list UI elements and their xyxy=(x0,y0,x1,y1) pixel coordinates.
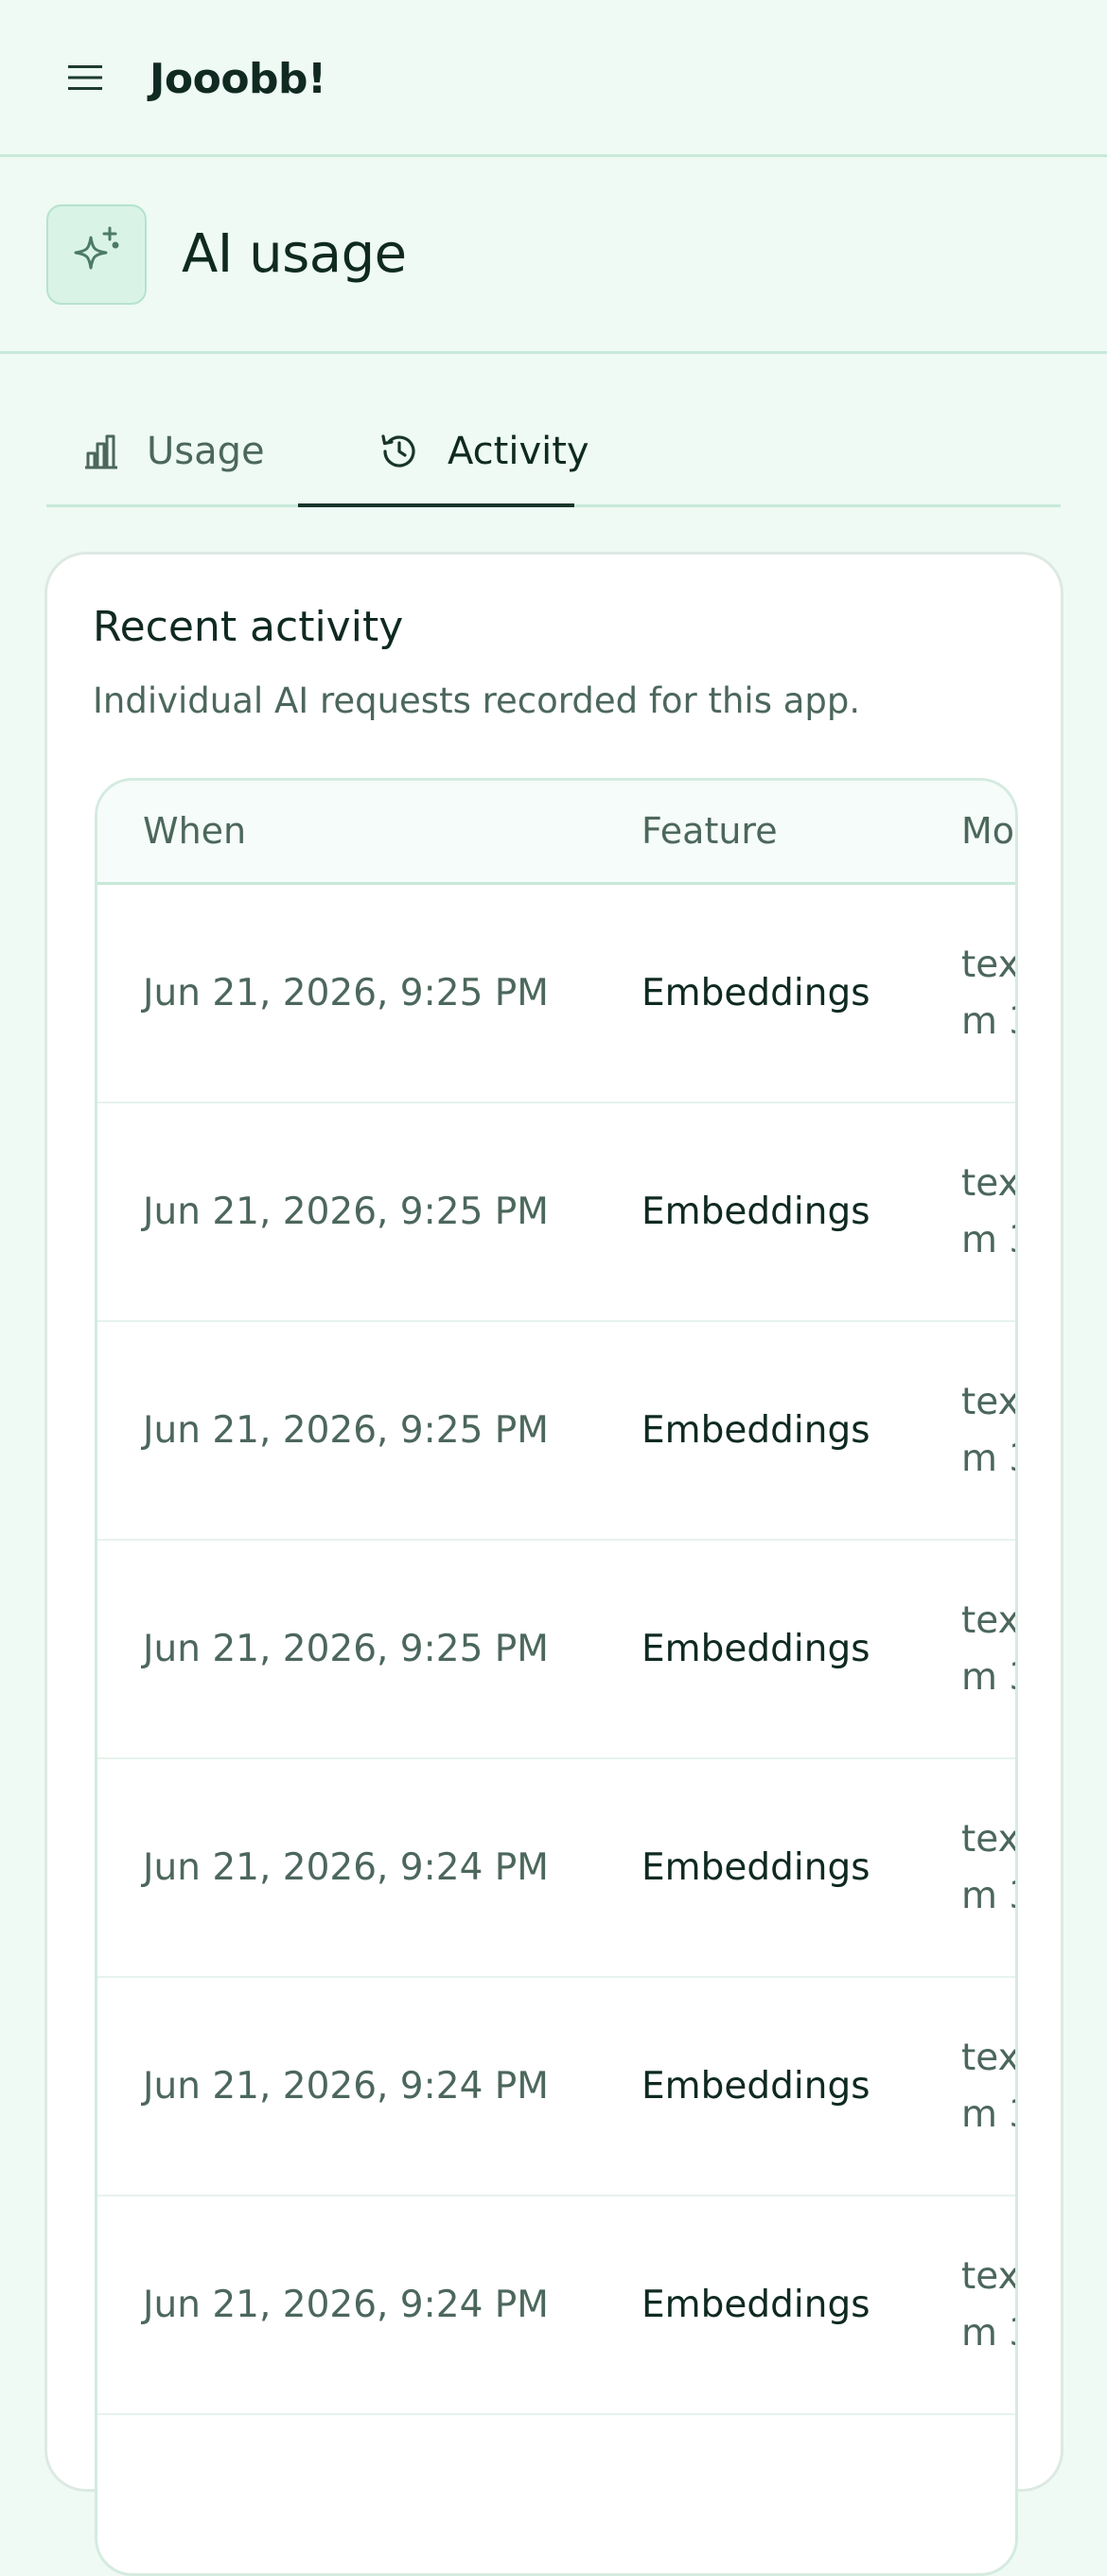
cell-feature: Embeddings xyxy=(641,972,870,1015)
table-row[interactable]: Jun 21, 2026, 9:24 PM Embeddings tex em … xyxy=(97,1978,1018,2197)
cell-feature: Embeddings xyxy=(641,2065,870,2108)
app-brand[interactable]: Jooobb! xyxy=(149,51,326,108)
hamburger-menu-icon xyxy=(66,63,104,96)
page-header: AI usage xyxy=(0,157,1107,354)
active-tab-indicator xyxy=(298,503,574,507)
sparkles-icon xyxy=(66,222,127,287)
table-row[interactable]: Jun 21, 2026, 9:24 PM Embeddings tex em … xyxy=(97,2197,1018,2415)
activity-table[interactable]: When Feature Mo Jun 21, 2026, 9:25 PM Em… xyxy=(95,778,1018,2576)
cell-feature: Embeddings xyxy=(641,1409,870,1452)
cell-when: Jun 21, 2026, 9:25 PM xyxy=(143,972,549,1015)
cell-feature: Embeddings xyxy=(641,1191,870,1233)
cell-feature: Embeddings xyxy=(641,1846,870,1889)
recent-activity-card: Recent activity Individual AI requests r… xyxy=(44,552,1063,2576)
tab-activity[interactable]: Activity xyxy=(298,396,589,507)
header-icon-box xyxy=(46,204,147,305)
table-row[interactable]: Jun 21, 2026, 9:25 PM Embeddings tex em … xyxy=(97,885,1018,1103)
bar-chart-icon xyxy=(82,432,120,470)
cell-model: tex em 3-s xyxy=(961,1817,1018,1917)
cell-feature: Embeddings xyxy=(641,1628,870,1670)
cell-feature: Embeddings xyxy=(641,2284,870,2326)
menu-button[interactable] xyxy=(62,59,108,100)
cell-when: Jun 21, 2026, 9:24 PM xyxy=(143,2065,549,2108)
page-title: AI usage xyxy=(182,223,407,285)
cell-model: tex em 3-s xyxy=(961,943,1018,1043)
cell-model: tex em 3-s xyxy=(961,2254,1018,2355)
cell-model: tex em 3-s xyxy=(961,1380,1018,1480)
table-body: Jun 21, 2026, 9:25 PM Embeddings tex em … xyxy=(97,885,1018,2415)
top-bar: Jooobb! xyxy=(0,0,1107,157)
column-header-when[interactable]: When xyxy=(143,781,246,882)
cell-model: tex em 3-s xyxy=(961,1161,1018,1262)
cell-when: Jun 21, 2026, 9:24 PM xyxy=(143,1846,549,1889)
column-header-feature[interactable]: Feature xyxy=(641,781,778,882)
cell-model: tex em 3-s xyxy=(961,2036,1018,2136)
tab-usage[interactable]: Usage xyxy=(82,396,265,507)
tab-activity-label: Activity xyxy=(448,430,589,473)
table-row[interactable]: Jun 21, 2026, 9:24 PM Embeddings tex em … xyxy=(97,1759,1018,1978)
history-icon xyxy=(379,432,419,471)
card-description: Individual AI requests recorded for this… xyxy=(93,680,861,721)
cell-when: Jun 21, 2026, 9:25 PM xyxy=(143,1409,549,1452)
tab-bar: Usage Activity xyxy=(46,396,1061,507)
cell-when: Jun 21, 2026, 9:25 PM xyxy=(143,1628,549,1670)
card-title: Recent activity xyxy=(93,603,404,651)
table-header: When Feature Mo xyxy=(97,781,1015,885)
table-row[interactable]: Jun 21, 2026, 9:25 PM Embeddings tex em … xyxy=(97,1541,1018,1759)
table-row[interactable]: Jun 21, 2026, 9:25 PM Embeddings tex em … xyxy=(97,1322,1018,1541)
column-header-model[interactable]: Mo xyxy=(961,781,1014,882)
cell-when: Jun 21, 2026, 9:25 PM xyxy=(143,1191,549,1233)
cell-when: Jun 21, 2026, 9:24 PM xyxy=(143,2284,549,2326)
table-row[interactable]: Jun 21, 2026, 9:25 PM Embeddings tex em … xyxy=(97,1103,1018,1322)
cell-model: tex em 3-s xyxy=(961,1598,1018,1699)
tab-usage-label: Usage xyxy=(147,430,265,473)
